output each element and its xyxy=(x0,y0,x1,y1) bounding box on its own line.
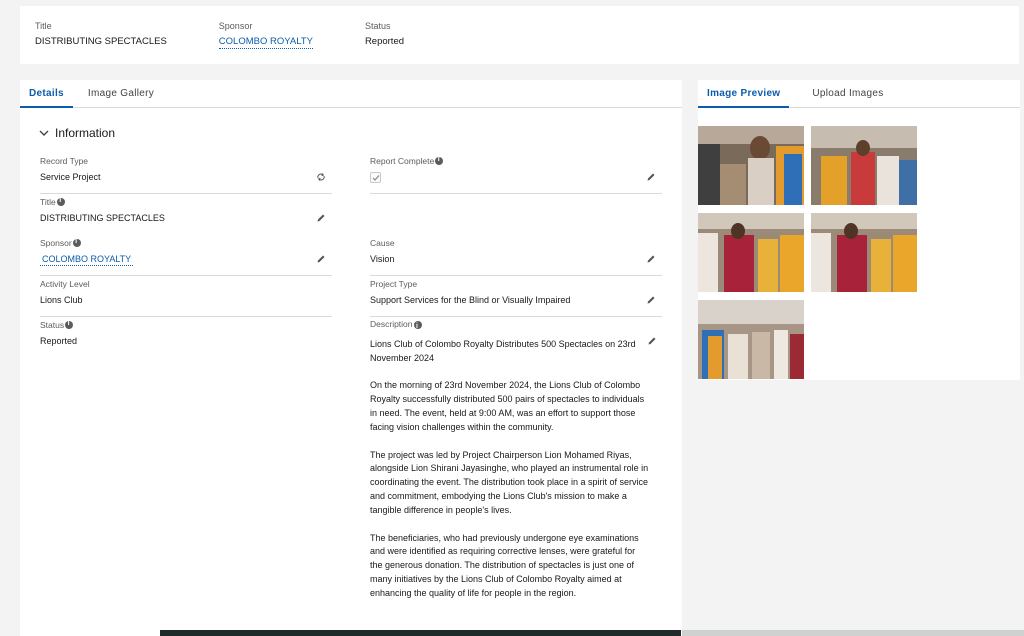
activity-level-value: Lions Club xyxy=(40,295,83,305)
title-label-row: Title xyxy=(40,197,332,207)
field-record-type: Record Type Service Project xyxy=(40,156,332,194)
pencil-icon[interactable] xyxy=(316,213,326,223)
tab-image-preview[interactable]: Image Preview xyxy=(698,80,790,108)
image-tabs: Image Preview Upload Images xyxy=(698,80,1020,108)
gallery-thumbnail[interactable] xyxy=(811,213,917,292)
report-complete-checkbox xyxy=(370,172,381,183)
info-icon[interactable] xyxy=(435,156,444,165)
bottom-dock-bar xyxy=(160,630,681,636)
check-icon xyxy=(372,174,379,181)
field-activity-level: Activity Level Lions Club xyxy=(40,279,332,317)
pencil-icon[interactable] xyxy=(646,172,656,182)
field-description: Description Lions Club of Colombo Royalt… xyxy=(370,318,650,615)
description-paragraph: Lions Club of Colombo Royalty Distribute… xyxy=(370,338,636,363)
sponsor-label-row: Sponsor xyxy=(40,238,332,248)
tab-upload-images[interactable]: Upload Images xyxy=(803,80,892,108)
gallery-thumbnail[interactable] xyxy=(698,300,804,379)
status-label: Status xyxy=(40,320,65,330)
pencil-icon[interactable] xyxy=(647,336,657,346)
field-project-type: Project Type Support Services for the Bl… xyxy=(370,279,662,317)
section-title: Information xyxy=(55,126,116,140)
tab-details[interactable]: Details xyxy=(20,80,73,108)
field-report-complete: Report Complete xyxy=(370,156,662,194)
tab-image-gallery[interactable]: Image Gallery xyxy=(79,80,163,108)
info-icon[interactable] xyxy=(65,320,74,329)
info-icon[interactable] xyxy=(72,238,81,247)
field-sponsor: Sponsor COLOMBO ROYALTY xyxy=(40,238,332,276)
pencil-icon[interactable] xyxy=(646,254,656,264)
status-label-row: Status xyxy=(40,320,332,330)
title-label: Title xyxy=(40,197,56,207)
bottom-dock-bar xyxy=(682,630,1024,636)
record-type-value: Service Project xyxy=(40,172,101,182)
details-panel: Details Image Gallery Information Record… xyxy=(20,80,682,636)
highlight-sponsor: Sponsor COLOMBO ROYALTY xyxy=(218,21,313,64)
highlights-panel: Title DISTRIBUTING SPECTACLES Sponsor CO… xyxy=(20,6,1019,64)
description-paragraph: The project was led by Project Chairpers… xyxy=(370,449,649,515)
field-status: Status Reported xyxy=(40,320,332,358)
highlight-title: Title DISTRIBUTING SPECTACLES xyxy=(35,21,167,64)
pencil-icon[interactable] xyxy=(646,295,656,305)
description-paragraph: On the morning of 23rd November 2024, th… xyxy=(370,380,645,432)
title-value: DISTRIBUTING SPECTACLES xyxy=(40,213,165,223)
highlight-status-label: Status xyxy=(364,21,391,31)
activity-level-label: Activity Level xyxy=(40,279,90,289)
field-title: Title DISTRIBUTING SPECTACLES xyxy=(40,197,332,235)
pencil-icon[interactable] xyxy=(316,254,326,264)
detail-tabs: Details Image Gallery xyxy=(20,80,682,108)
sponsor-label: Sponsor xyxy=(40,238,72,248)
info-icon[interactable] xyxy=(56,197,65,206)
field-cause: Cause Vision xyxy=(370,238,662,276)
highlight-sponsor-label: Sponsor xyxy=(218,21,253,31)
project-type-label: Project Type xyxy=(370,279,418,289)
gallery-thumbnail[interactable] xyxy=(811,126,917,205)
gallery-thumbnail[interactable] xyxy=(698,126,804,205)
information-section-toggle[interactable]: Information xyxy=(38,126,682,140)
gallery-thumbnail[interactable] xyxy=(698,213,804,292)
description-paragraph: The beneficiaries, who had previously un… xyxy=(370,532,639,598)
status-value: Reported xyxy=(40,336,78,346)
highlight-status: Status Reported xyxy=(365,21,404,64)
info-icon[interactable] xyxy=(413,320,422,334)
cause-label: Cause xyxy=(370,238,395,248)
report-complete-label-row: Report Complete xyxy=(370,156,662,166)
sponsor-link[interactable]: COLOMBO ROYALTY xyxy=(40,254,134,266)
highlight-title-value: DISTRIBUTING SPECTACLES xyxy=(35,36,167,47)
chevron-down-icon xyxy=(39,130,49,136)
record-type-label: Record Type xyxy=(40,156,89,166)
image-preview-panel: Image Preview Upload Images xyxy=(698,80,1020,380)
description-label-row: Description xyxy=(370,318,650,334)
change-record-type-icon[interactable] xyxy=(316,172,326,182)
highlight-sponsor-link[interactable]: COLOMBO ROYALTY xyxy=(218,36,313,49)
cause-value: Vision xyxy=(370,254,395,264)
highlight-title-label: Title xyxy=(35,21,52,31)
report-complete-label: Report Complete xyxy=(370,156,435,166)
project-type-value: Support Services for the Blind or Visual… xyxy=(370,295,571,305)
description-label: Description xyxy=(370,319,413,329)
highlight-status-value: Reported xyxy=(364,36,405,47)
